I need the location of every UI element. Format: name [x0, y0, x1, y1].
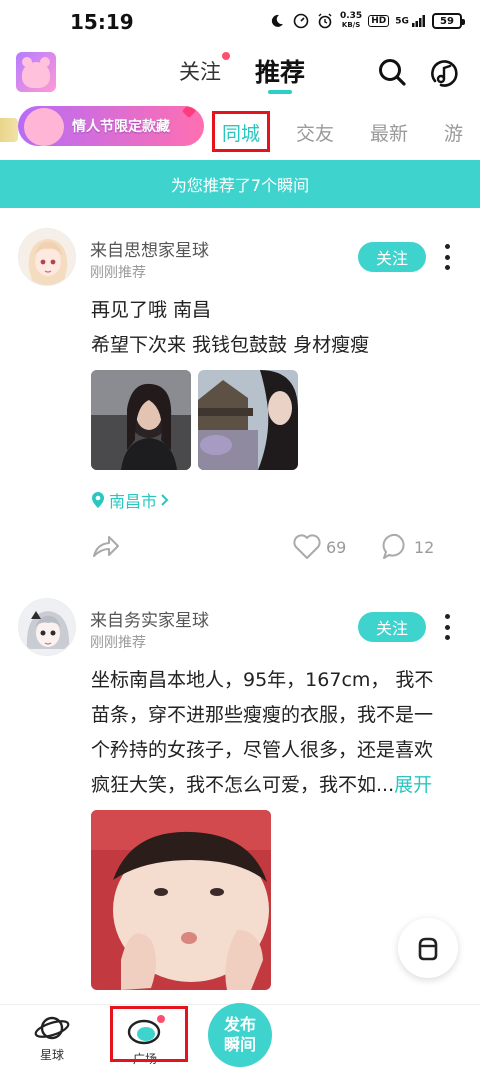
more-icon[interactable]	[440, 614, 454, 640]
tab-latest[interactable]: 最新	[370, 119, 408, 146]
post-time: 刚刚推荐	[90, 635, 146, 651]
location-pin-icon	[92, 492, 104, 508]
like-count: 69	[326, 538, 347, 557]
post-photo[interactable]	[91, 810, 271, 990]
status-bar: 15:19 0.35 KB/S HD 5G 59	[0, 0, 480, 44]
post-actions: 69 12	[0, 530, 480, 562]
avatar[interactable]	[18, 598, 76, 656]
tab-recommend[interactable]: 推荐	[255, 53, 305, 89]
follow-button[interactable]: 关注	[358, 612, 426, 642]
publish-moment-button[interactable]: 发布 瞬间	[208, 1003, 272, 1067]
expand-link[interactable]: 展开	[394, 774, 432, 796]
app-avatar[interactable]	[16, 52, 56, 92]
banner-edge	[0, 118, 18, 142]
nav-planet[interactable]: 星球	[22, 1013, 82, 1063]
more-icon[interactable]	[440, 244, 454, 270]
nav-planet-label: 星球	[39, 1048, 64, 1062]
highlight-box-same-city	[212, 111, 270, 152]
clip-icon	[418, 937, 438, 961]
location-tag[interactable]: 南昌市	[90, 488, 170, 512]
comment-icon[interactable]	[381, 532, 411, 564]
post-source: 来自务实家星球	[90, 611, 209, 631]
tab-indicator	[268, 90, 292, 94]
top-header: 关注 推荐	[0, 46, 480, 104]
moon-icon	[268, 12, 286, 30]
speedometer-icon	[292, 12, 310, 30]
tab-make-friends[interactable]: 交友	[296, 119, 334, 146]
status-icons: 0.35 KB/S HD 5G 59	[268, 11, 465, 30]
post-time: 刚刚推荐	[90, 265, 146, 281]
music-icon[interactable]	[429, 57, 461, 89]
battery-icon: 59	[432, 13, 465, 29]
recommend-strip: 为您推荐了7个瞬间	[0, 160, 480, 208]
comment-count: 12	[414, 538, 435, 557]
net-speed: 0.35 KB/S	[339, 11, 363, 30]
tab-follow[interactable]: 关注	[179, 52, 230, 86]
follow-button[interactable]: 关注	[358, 242, 426, 272]
planet-icon	[34, 1016, 70, 1040]
alarm-icon	[316, 12, 334, 30]
notification-dot	[222, 52, 230, 60]
hd-badge: HD	[368, 15, 390, 27]
chevron-right-icon	[161, 494, 169, 506]
like-icon[interactable]	[292, 532, 322, 564]
location-text: 南昌市	[109, 492, 158, 511]
banner-text: 情人节限定款藏	[72, 119, 170, 135]
post-photo[interactable]	[91, 370, 191, 470]
post-text: 再见了哦 南昌 希望下次来 我钱包鼓鼓 身材瘦瘦	[91, 299, 370, 356]
post-text: 坐标南昌本地人，95年，167cm， 我不 苗条，穿不进那些瘦瘦的衣服，我不是一…	[91, 669, 434, 796]
status-time: 15:19	[70, 10, 134, 34]
post-source: 来自思想家星球	[90, 241, 209, 261]
valentine-banner[interactable]: 情人节限定款藏	[18, 106, 204, 146]
post-photo[interactable]	[198, 370, 298, 470]
floating-clip-button[interactable]	[398, 918, 458, 978]
highlight-box-square	[110, 1006, 188, 1062]
signal-5g-icon: 5G	[395, 15, 426, 27]
avatar[interactable]	[18, 228, 76, 286]
share-icon[interactable]	[91, 532, 121, 564]
search-icon[interactable]	[377, 57, 407, 87]
tab-games[interactable]: 游	[444, 119, 463, 146]
